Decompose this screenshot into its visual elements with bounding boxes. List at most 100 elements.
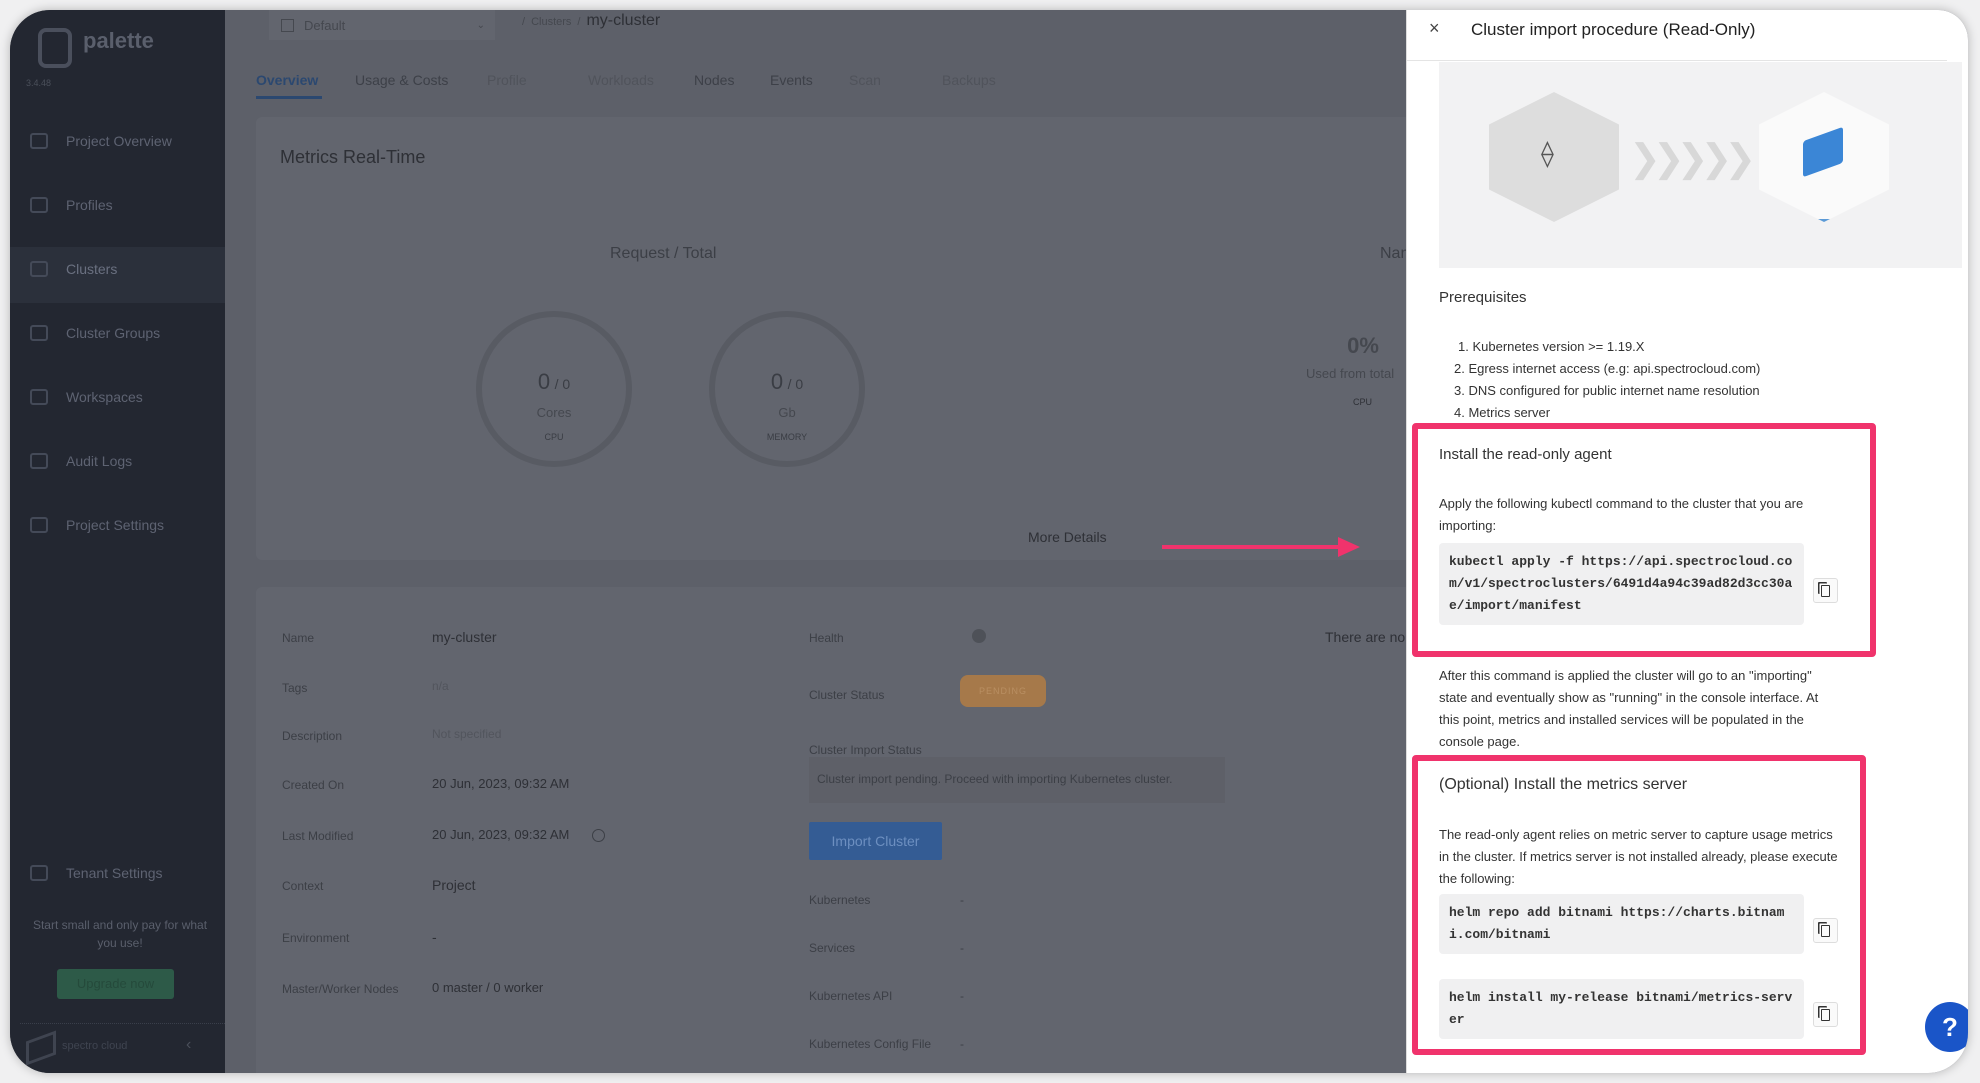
close-icon[interactable]: × bbox=[1429, 18, 1440, 39]
sidebar-item-tenant-settings[interactable]: Tenant Settings bbox=[30, 860, 220, 886]
services-value: - bbox=[960, 941, 964, 955]
help-button[interactable]: ? bbox=[1925, 1002, 1968, 1052]
services-label: Services bbox=[809, 941, 856, 955]
breadcrumb: / Clusters / my-cluster bbox=[522, 12, 661, 29]
divider bbox=[20, 1023, 225, 1024]
used-from-total: Used from total bbox=[1306, 366, 1395, 381]
tab-overview[interactable]: Overview bbox=[256, 72, 318, 88]
cpu-label: CPU bbox=[1353, 397, 1373, 407]
annotation-arrow bbox=[1162, 545, 1342, 549]
sidebar-item-label: Tenant Settings bbox=[66, 865, 163, 881]
project-icon bbox=[281, 18, 294, 32]
tags-label: Tags bbox=[282, 681, 308, 695]
import-status-label: Cluster Import Status bbox=[809, 743, 922, 757]
gear-icon bbox=[30, 517, 48, 533]
name-value: my-cluster bbox=[432, 629, 497, 645]
after-apply-text: After this command is applied the cluste… bbox=[1439, 668, 1819, 749]
kubernetes-cluster-icon bbox=[1489, 92, 1619, 222]
cpu-gauge-unit: Cores bbox=[536, 405, 572, 420]
sidebar-item-profiles[interactable]: Profiles bbox=[30, 192, 220, 218]
cpu-gauge-type: CPU bbox=[544, 432, 564, 442]
sidebar-item-cluster-groups[interactable]: Cluster Groups bbox=[30, 320, 220, 346]
memory-gauge-unit: Gb bbox=[778, 405, 796, 420]
prerequisite-item: 1. Kubernetes version >= 1.19.X bbox=[1458, 339, 1645, 354]
health-label: Health bbox=[809, 631, 844, 645]
import-illustration: ⟠ ❯❯❯❯❯ bbox=[1439, 62, 1962, 268]
sidebar-item-workspaces[interactable]: Workspaces bbox=[30, 384, 220, 410]
right-panel-partial-text: There are no bbox=[1325, 629, 1406, 645]
import-procedure-drawer: × Cluster import procedure (Read-Only) ⟠… bbox=[1406, 10, 1968, 1073]
context-label: Context bbox=[282, 879, 324, 893]
upgrade-promo-text: Start small and only pay for what you us… bbox=[32, 918, 208, 950]
tab-usage-costs[interactable]: Usage & Costs bbox=[355, 72, 448, 88]
context-value: Project bbox=[432, 877, 476, 893]
tab-backups[interactable]: Backups bbox=[942, 72, 996, 88]
sidebar-item-project-settings[interactable]: Project Settings bbox=[30, 512, 220, 538]
metrics-title: Metrics Real-Time bbox=[280, 147, 426, 167]
memory-gauge-value: 0 / 0 bbox=[770, 369, 804, 394]
network-icon bbox=[30, 325, 48, 341]
layers-icon bbox=[30, 197, 48, 213]
kubernetes-api-label: Kubernetes API bbox=[809, 989, 893, 1003]
kubernetes-label: Kubernetes bbox=[809, 893, 871, 907]
cpu-percent: 0% bbox=[1347, 333, 1379, 358]
prerequisite-item: 2. Egress internet access (e.g: api.spec… bbox=[1454, 361, 1761, 376]
divider bbox=[1407, 60, 1947, 61]
more-details-link[interactable]: More Details bbox=[1028, 529, 1107, 545]
created-on-label: Created On bbox=[282, 778, 345, 792]
tab-events[interactable]: Events bbox=[770, 72, 813, 88]
workspace-icon bbox=[30, 389, 48, 405]
description-label: Description bbox=[282, 729, 343, 743]
sidebar-item-label: Clusters bbox=[66, 261, 118, 277]
chart-icon bbox=[30, 133, 48, 149]
sidebar: palette 3.4.48 Project Overview Profiles… bbox=[10, 10, 225, 1073]
collapse-sidebar-button[interactable]: ‹ bbox=[186, 1036, 191, 1054]
highlight-box-agent bbox=[1412, 423, 1876, 657]
drawer-title: Cluster import procedure (Read-Only) bbox=[1471, 20, 1756, 39]
tab-scan[interactable]: Scan bbox=[849, 72, 881, 88]
palette-logo-icon bbox=[38, 28, 72, 68]
kubernetes-api-value: - bbox=[960, 989, 964, 1003]
prerequisite-item: 3. DNS configured for public internet na… bbox=[1454, 383, 1760, 398]
description-value: Not specified bbox=[432, 727, 502, 741]
sidebar-item-label: Project Overview bbox=[66, 133, 172, 149]
sidebar-item-label: Project Settings bbox=[66, 517, 165, 533]
health-indicator bbox=[972, 629, 986, 643]
chevron-down-icon: ⌄ bbox=[476, 19, 485, 31]
breadcrumb-clusters[interactable]: Clusters bbox=[531, 16, 571, 28]
active-tab-underline bbox=[256, 96, 322, 99]
name-label: Name bbox=[282, 631, 315, 645]
prerequisite-item: 4. Metrics server bbox=[1454, 405, 1551, 420]
tools-icon bbox=[30, 865, 48, 881]
environment-label: Environment bbox=[282, 931, 350, 945]
nodes-value: 0 master / 0 worker bbox=[432, 980, 544, 995]
sidebar-item-audit-logs[interactable]: Audit Logs bbox=[30, 448, 220, 474]
share-icon: ⟠ bbox=[1541, 138, 1554, 168]
cluster-status-label: Cluster Status bbox=[809, 688, 885, 702]
tab-profile[interactable]: Profile bbox=[487, 72, 527, 88]
info-icon[interactable] bbox=[592, 829, 605, 842]
status-badge: PENDING bbox=[960, 675, 1046, 707]
sidebar-item-clusters[interactable]: Clusters bbox=[30, 256, 220, 282]
sidebar-item-label: Cluster Groups bbox=[66, 325, 161, 341]
version: 3.4.48 bbox=[26, 78, 52, 88]
config-file-value: - bbox=[960, 1037, 964, 1051]
footer-brand: spectro cloud bbox=[62, 1040, 128, 1052]
sidebar-item-project-overview[interactable]: Project Overview bbox=[30, 128, 220, 154]
annotation-arrowhead bbox=[1338, 537, 1360, 557]
sidebar-item-label: Audit Logs bbox=[66, 453, 133, 469]
tab-nodes[interactable]: Nodes bbox=[694, 72, 734, 88]
upgrade-now-button[interactable]: Upgrade now bbox=[57, 969, 174, 999]
environment-value: - bbox=[432, 929, 437, 945]
spectro-cloud-logo-icon bbox=[26, 1030, 56, 1066]
chevrons-arrow-icon: ❯❯❯❯❯ bbox=[1629, 138, 1756, 180]
created-on-value: 20 Jun, 2023, 09:32 AM bbox=[432, 776, 570, 791]
tab-workloads[interactable]: Workloads bbox=[588, 72, 654, 88]
last-modified-value: 20 Jun, 2023, 09:32 AM bbox=[432, 827, 570, 842]
import-cluster-button[interactable]: Import Cluster bbox=[809, 822, 942, 860]
project-selector[interactable]: Default ⌄ bbox=[269, 10, 495, 40]
list-icon bbox=[30, 261, 48, 277]
highlight-box-metrics bbox=[1412, 755, 1866, 1055]
config-file-label: Kubernetes Config File bbox=[809, 1037, 932, 1051]
sidebar-item-label: Profiles bbox=[66, 197, 113, 213]
